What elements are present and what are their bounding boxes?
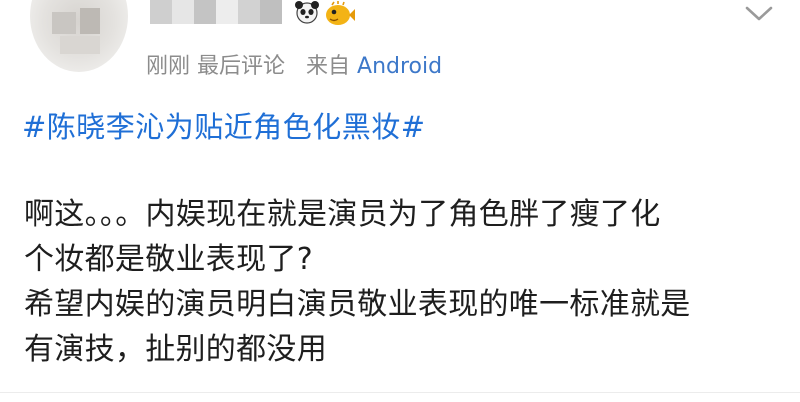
source-link[interactable]: Android xyxy=(357,54,442,79)
avatar[interactable] xyxy=(30,0,128,72)
topic-hashtag-link[interactable]: #陈晓李沁为贴近角色化黑妆# xyxy=(22,104,426,146)
divider xyxy=(0,392,800,393)
post-body-line: 希望内娱的演员明白演员敬业表现的唯一标准就是 xyxy=(24,287,691,322)
post-body-line: 有演技，扯别的都没用 xyxy=(24,332,327,367)
post-body: 啊这。。。内娱现在就是演员为了角色胖了瘦了化 个妆都是敬业表现了? 希望内娱的演… xyxy=(24,192,784,372)
comment-state: 最后评论 xyxy=(197,54,286,79)
chevron-down-icon[interactable] xyxy=(742,0,776,26)
source-prefix: 来自 xyxy=(306,54,351,79)
username-blurred[interactable] xyxy=(150,0,300,28)
post-body-line: 个妆都是敬业表现了? xyxy=(24,242,313,277)
post-meta: 刚刚 最后评论 来自 Android xyxy=(146,48,442,80)
panda-badge-icon xyxy=(294,0,320,28)
post-body-line: 啊这。。。内娱现在就是演员为了角色胖了瘦了化 xyxy=(24,197,661,232)
post-time: 刚刚 xyxy=(146,54,191,79)
pufferfish-badge-icon xyxy=(322,0,356,32)
